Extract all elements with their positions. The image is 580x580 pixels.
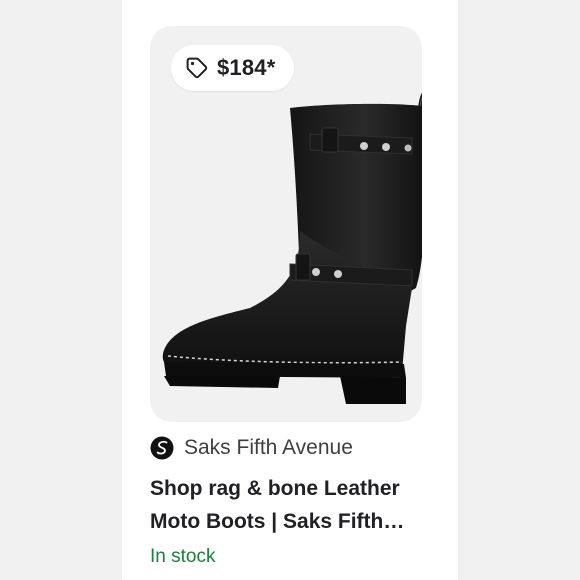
- product-title-line-1[interactable]: Shop rag & bone Leather: [150, 472, 450, 505]
- price-tag-icon: [186, 57, 208, 79]
- product-title-line-2[interactable]: Moto Boots | Saks Fifth…: [150, 505, 450, 538]
- merchant-row[interactable]: Saks Fifth Avenue: [150, 434, 353, 462]
- product-image-container[interactable]: $184*: [150, 26, 422, 422]
- merchant-name[interactable]: Saks Fifth Avenue: [184, 436, 353, 460]
- price-label: $184*: [217, 55, 276, 80]
- product-title[interactable]: Shop rag & bone Leather Moto Boots | Sak…: [150, 472, 450, 538]
- price-badge: $184*: [171, 45, 294, 91]
- saks-logo-icon: [150, 436, 174, 460]
- product-card[interactable]: $184* Saks Fifth Avenue Shop rag & bone …: [122, 0, 458, 580]
- stock-status: In stock: [150, 546, 216, 567]
